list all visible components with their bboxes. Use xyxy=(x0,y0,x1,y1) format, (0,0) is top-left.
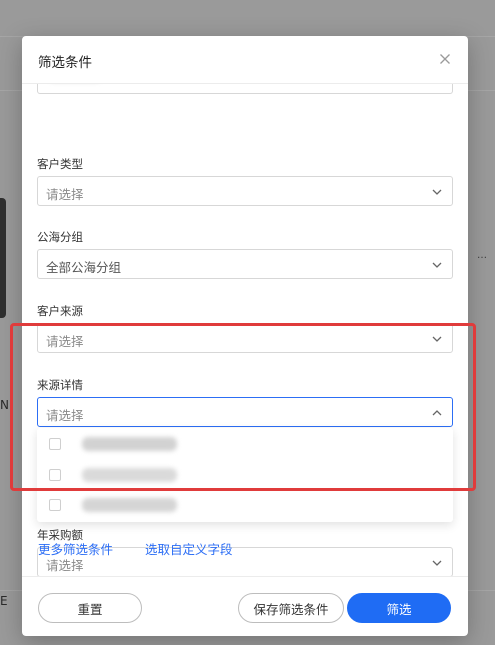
chevron-down-icon xyxy=(431,186,443,198)
more-filters-link[interactable]: 更多筛选条件 xyxy=(38,539,113,558)
chevron-up-icon xyxy=(431,407,443,419)
field-customer-type: 客户类型 请选择 xyxy=(37,157,453,206)
bg-ellipsis: … xyxy=(477,250,487,261)
customer-source-select[interactable]: 请选择 xyxy=(37,323,453,353)
source-detail-select[interactable]: 请选择 xyxy=(37,397,453,427)
field-customer-source: 客户来源 请选择 xyxy=(37,304,453,353)
chevron-down-icon xyxy=(431,333,443,345)
select-value: 全部公海分组 xyxy=(46,260,122,275)
blurred-option-text xyxy=(82,498,177,512)
source-detail-dropdown xyxy=(37,428,453,522)
pool-group-select[interactable]: 全部公海分组 xyxy=(37,249,453,279)
chevron-down-icon xyxy=(431,259,443,271)
bg-panel xyxy=(0,198,6,318)
chevron-down-icon xyxy=(431,557,443,569)
dropdown-option[interactable] xyxy=(37,460,453,490)
checkbox[interactable] xyxy=(49,499,61,511)
modal-footer: 重置 保存筛选条件 筛选 xyxy=(22,576,468,636)
select-value: 请选择 xyxy=(46,408,84,423)
custom-fields-link[interactable]: 选取自定义字段 xyxy=(145,539,233,558)
checkbox[interactable] xyxy=(49,469,61,481)
blurred-option-text xyxy=(82,437,177,451)
select-value: 请选择 xyxy=(46,187,84,202)
checkbox[interactable] xyxy=(49,438,61,450)
dropdown-option[interactable] xyxy=(37,490,453,520)
customer-type-select[interactable]: 请选择 xyxy=(37,176,453,206)
filter-modal: 筛选条件 客户类型 请选择 公海分组 全部公海分组 客户来源 请选择 来源详情 … xyxy=(22,36,468,636)
field-label: 来源详情 xyxy=(37,378,83,392)
field-label: 公海分组 xyxy=(37,230,83,244)
filter-button[interactable]: 筛选 xyxy=(347,593,451,623)
dropdown-option[interactable] xyxy=(37,429,453,459)
field-label: 客户类型 xyxy=(37,157,83,171)
scrolled-select[interactable] xyxy=(37,84,453,94)
select-value: 请选择 xyxy=(46,334,84,349)
modal-header: 筛选条件 xyxy=(22,36,468,84)
field-source-detail: 来源详情 请选择 xyxy=(37,378,453,427)
blurred-option-text xyxy=(82,468,177,482)
modal-body: 客户类型 请选择 公海分组 全部公海分组 客户来源 请选择 来源详情 请选择 年… xyxy=(22,84,468,576)
bg-text-fragment: E xyxy=(0,594,8,608)
close-icon[interactable] xyxy=(436,50,454,68)
save-filter-button[interactable]: 保存筛选条件 xyxy=(238,593,344,623)
bg-text-fragment: N xyxy=(0,398,9,412)
field-label: 客户来源 xyxy=(37,304,83,318)
modal-title: 筛选条件 xyxy=(38,55,92,71)
reset-button[interactable]: 重置 xyxy=(38,593,142,623)
field-pool-group: 公海分组 全部公海分组 xyxy=(37,230,453,279)
